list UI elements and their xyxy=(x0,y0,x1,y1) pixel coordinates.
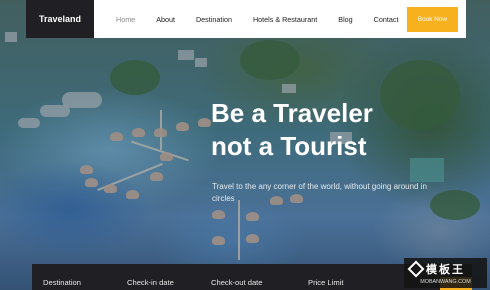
scenery-pier xyxy=(238,200,240,260)
watermark-logo: 模板王 MOBANWANG.COM xyxy=(404,258,487,288)
scenery-hut xyxy=(132,128,145,137)
scenery-tree xyxy=(240,40,300,80)
watermark-bottom-text: MOBANWANG.COM xyxy=(420,279,471,285)
nav-item-about[interactable]: About xyxy=(156,15,175,24)
site-logo-text: Traveland xyxy=(38,14,82,24)
scenery-hut xyxy=(198,118,211,127)
price-limit-field[interactable]: Price Limit xyxy=(308,278,343,287)
scenery-hut xyxy=(212,210,225,219)
scenery-roof xyxy=(18,118,40,128)
nav-item-blog[interactable]: Blog xyxy=(338,15,352,24)
nav-menu: Home About Destination Hotels & Restaura… xyxy=(116,15,419,24)
top-navbar: Traveland Home About Destination Hotels … xyxy=(26,0,466,38)
scenery-tree xyxy=(110,60,160,95)
scenery-roof xyxy=(5,32,17,42)
scenery-hut xyxy=(246,234,259,243)
check-in-date-field[interactable]: Check-in date xyxy=(127,278,174,287)
destination-field[interactable]: Destination xyxy=(43,278,81,287)
scenery-roof xyxy=(40,105,70,117)
nav-item-destination[interactable]: Destination xyxy=(196,15,232,24)
scenery-hut xyxy=(80,165,93,174)
scenery-hut xyxy=(154,128,167,137)
scenery-hut xyxy=(246,212,259,221)
scenery-roof xyxy=(282,84,296,93)
scenery-hut xyxy=(176,122,189,131)
scenery-hut xyxy=(110,132,123,141)
scenery-pier xyxy=(131,140,189,162)
hero-title-line-1: Be a Traveler xyxy=(211,98,373,128)
hero-title-line-2: not a Tourist xyxy=(211,131,367,161)
scenery-hut xyxy=(126,190,139,199)
scenery-hut xyxy=(150,172,163,181)
scenery-roof xyxy=(178,50,194,60)
hero-title: Be a Traveler not a Tourist xyxy=(211,97,471,163)
scenery-hut xyxy=(160,152,173,161)
book-now-button[interactable]: Book Now xyxy=(407,7,458,32)
scenery-pier xyxy=(160,110,162,150)
check-out-date-field[interactable]: Check-out date xyxy=(211,278,263,287)
nav-item-home[interactable]: Home xyxy=(116,15,135,24)
scenery-hut xyxy=(104,184,117,193)
scenery-roof xyxy=(62,92,102,108)
nav-item-hotels-restaurant[interactable]: Hotels & Restaurant xyxy=(253,15,317,24)
scenery-hut xyxy=(85,178,98,187)
site-logo[interactable]: Traveland xyxy=(26,0,94,38)
scenery-pier xyxy=(97,162,163,192)
scenery-hut xyxy=(212,236,225,245)
hero-subtitle: Travel to the any corner of the world, w… xyxy=(212,182,427,203)
nav-item-contact[interactable]: Contact xyxy=(374,15,399,24)
scenery-roof xyxy=(195,58,207,67)
